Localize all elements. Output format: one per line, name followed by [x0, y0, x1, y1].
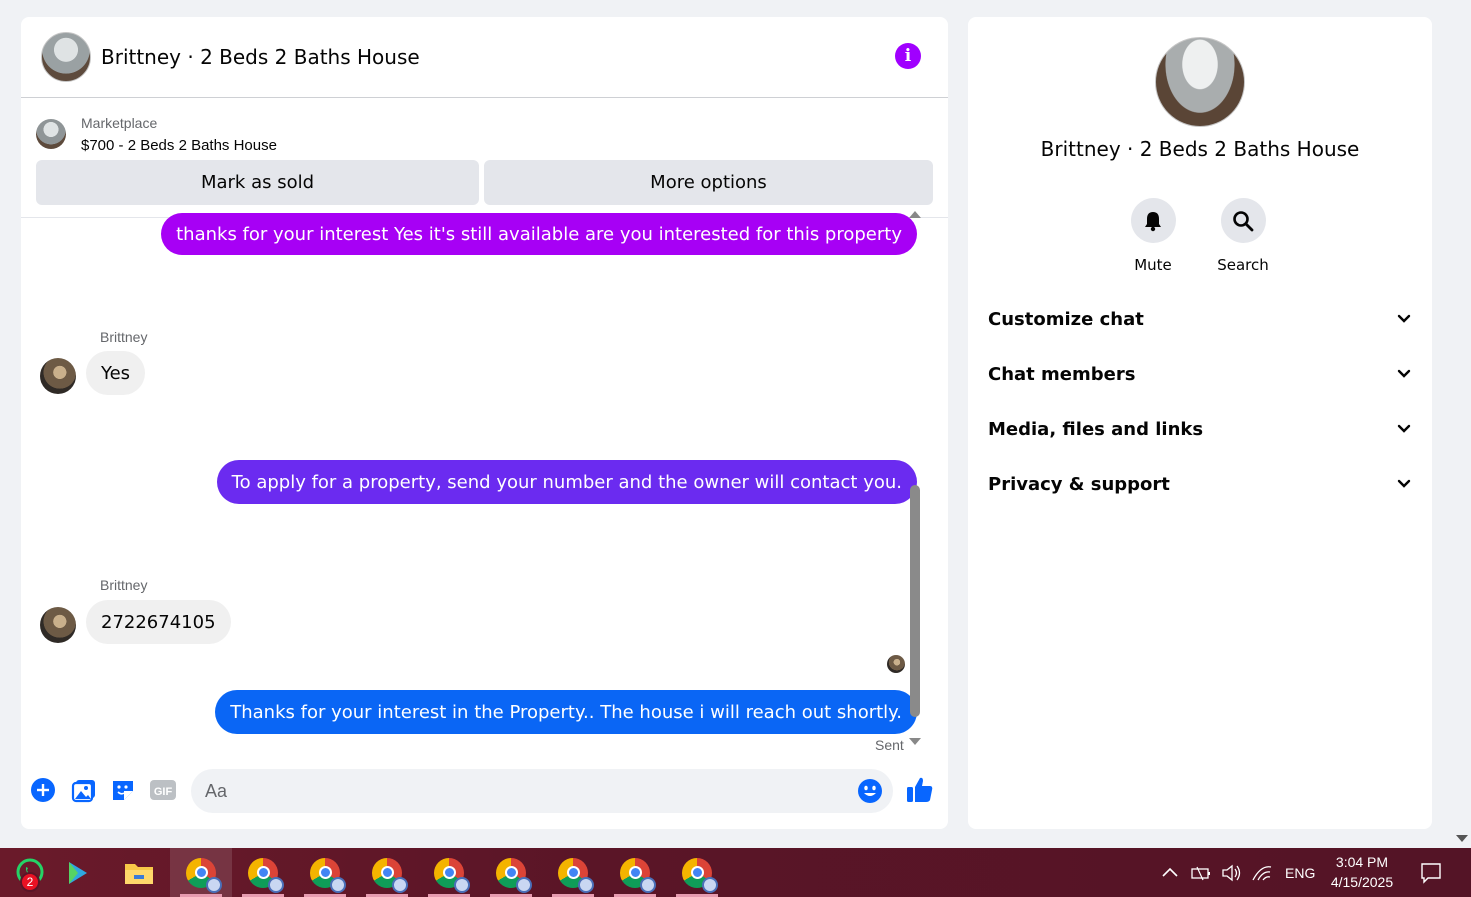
page-scrollbar[interactable] [1453, 0, 1471, 848]
add-plus-icon[interactable] [30, 777, 56, 803]
clock-time: 3:04 PM [1335, 854, 1389, 870]
folder-icon [125, 863, 153, 884]
chrome-icon [682, 857, 718, 893]
section-customize-chat[interactable]: Customize chat [988, 299, 1412, 339]
message-outgoing[interactable]: To apply for a property, send your numbe… [216, 460, 917, 504]
system-clock[interactable]: 3:04 PM 4/15/2025 [1322, 852, 1402, 892]
mute-button[interactable] [1130, 198, 1176, 243]
chevron-down-icon [1397, 479, 1411, 488]
scroll-up-arrow-icon[interactable] [909, 211, 921, 218]
volume-icon[interactable] [1220, 863, 1244, 883]
section-media-files-links[interactable]: Media, files and links [988, 409, 1412, 449]
taskbar-chrome-active[interactable] [170, 848, 232, 897]
taskbar-file-explorer[interactable] [108, 848, 170, 897]
info-icon[interactable]: i [895, 43, 921, 69]
mute-label: Mute [1134, 256, 1172, 274]
clock-date: 4/15/2025 [1330, 874, 1394, 890]
contact-avatar-large[interactable] [1155, 37, 1245, 127]
mark-as-sold-button[interactable]: Mark as sold [36, 160, 479, 205]
section-label: Media, files and links [988, 418, 1204, 440]
listing-title: $700 - 2 Beds 2 Baths House [81, 136, 277, 154]
system-tray: ENG [1160, 848, 1315, 897]
message-composer: GIF [21, 765, 948, 819]
marketplace-listing[interactable]: Marketplace $700 - 2 Beds 2 Baths House [21, 98, 948, 160]
message-input-wrapper [191, 769, 893, 813]
section-label: Customize chat [988, 308, 1144, 330]
sender-name: Brittney [100, 329, 148, 345]
search-button[interactable] [1220, 198, 1266, 243]
chat-scrollbar[interactable] [909, 205, 921, 745]
sender-avatar[interactable] [40, 607, 76, 643]
message-outgoing[interactable]: Thanks for your interest in the Property… [215, 690, 917, 734]
notification-center-icon[interactable] [1419, 861, 1443, 885]
chat-window: Brittney · 2 Beds 2 Baths House i Market… [21, 17, 948, 829]
chrome-icon [434, 857, 470, 893]
marketplace-label: Marketplace [81, 114, 158, 131]
contact-avatar[interactable] [41, 32, 91, 82]
panel-title: Brittney · 2 Beds 2 Baths House [1040, 137, 1360, 161]
search-icon [1233, 210, 1254, 231]
battery-icon[interactable] [1189, 863, 1213, 883]
language-indicator[interactable]: ENG [1285, 865, 1315, 881]
sender-name: Brittney [100, 577, 148, 593]
emoji-icon[interactable] [857, 778, 883, 804]
taskbar-chrome[interactable] [604, 848, 666, 897]
chevron-up-icon[interactable] [1160, 863, 1180, 883]
chrome-icon [620, 857, 656, 893]
message-incoming[interactable]: Yes [86, 351, 146, 395]
message-incoming[interactable]: 2722674105 [86, 600, 231, 644]
chat-title[interactable]: Brittney · 2 Beds 2 Baths House [101, 45, 420, 69]
section-chat-members[interactable]: Chat members [988, 354, 1412, 394]
section-privacy-support[interactable]: Privacy & support [988, 464, 1412, 504]
search-action[interactable]: Search [1203, 198, 1283, 274]
taskbar-chrome[interactable] [232, 848, 294, 897]
chevron-down-icon [1397, 369, 1411, 378]
svg-text:GIF: GIF [154, 786, 173, 798]
more-options-button[interactable]: More options [484, 160, 933, 205]
chrome-icon [186, 857, 222, 893]
taskbar-app[interactable] [47, 848, 109, 897]
chevron-down-icon [1397, 424, 1411, 433]
section-label: Chat members [988, 363, 1136, 385]
taskbar-chrome[interactable] [294, 848, 356, 897]
message-outgoing[interactable]: thanks for your interest Yes it's still … [161, 213, 917, 255]
sticker-icon[interactable] [110, 777, 136, 803]
photo-icon[interactable] [71, 777, 97, 803]
gif-icon[interactable]: GIF [149, 777, 177, 803]
taskbar-chrome[interactable] [480, 848, 542, 897]
chrome-icon [372, 857, 408, 893]
scroll-down-arrow-icon[interactable] [1456, 835, 1468, 842]
taskbar-chrome[interactable] [356, 848, 418, 897]
mute-action[interactable]: Mute [1113, 198, 1193, 274]
thumbs-up-icon[interactable] [905, 775, 935, 805]
scroll-thumb[interactable] [910, 485, 920, 717]
chrome-icon [310, 857, 346, 893]
search-label: Search [1217, 256, 1269, 274]
sender-avatar[interactable] [40, 358, 76, 394]
taskbar-chrome[interactable] [418, 848, 480, 897]
notification-badge: 2 [20, 872, 40, 892]
chrome-icon [496, 857, 532, 893]
conversation-info-panel: Brittney · 2 Beds 2 Baths House Mute Sea… [968, 17, 1432, 829]
chrome-icon [558, 857, 594, 893]
windows-taskbar: 2 ENG 3:04 PM 4/15/2025 [0, 848, 1471, 897]
chevron-down-icon [1397, 314, 1411, 323]
message-input[interactable] [191, 769, 831, 813]
chat-header: Brittney · 2 Beds 2 Baths House i [21, 17, 948, 98]
bell-icon [1145, 211, 1161, 231]
scroll-down-arrow-icon[interactable] [909, 738, 921, 745]
listing-actions: Mark as sold More options [21, 160, 948, 205]
listing-thumbnail [36, 119, 66, 149]
sent-status: Sent [875, 737, 904, 753]
taskbar-chrome[interactable] [666, 848, 728, 897]
chrome-icon [248, 857, 284, 893]
taskbar-chrome[interactable] [542, 848, 604, 897]
seen-indicator-avatar [887, 655, 905, 673]
message-list: thanks for your interest Yes it's still … [21, 213, 948, 757]
section-label: Privacy & support [988, 473, 1170, 495]
network-icon[interactable] [1251, 863, 1273, 883]
app-arrow-icon [69, 861, 87, 884]
